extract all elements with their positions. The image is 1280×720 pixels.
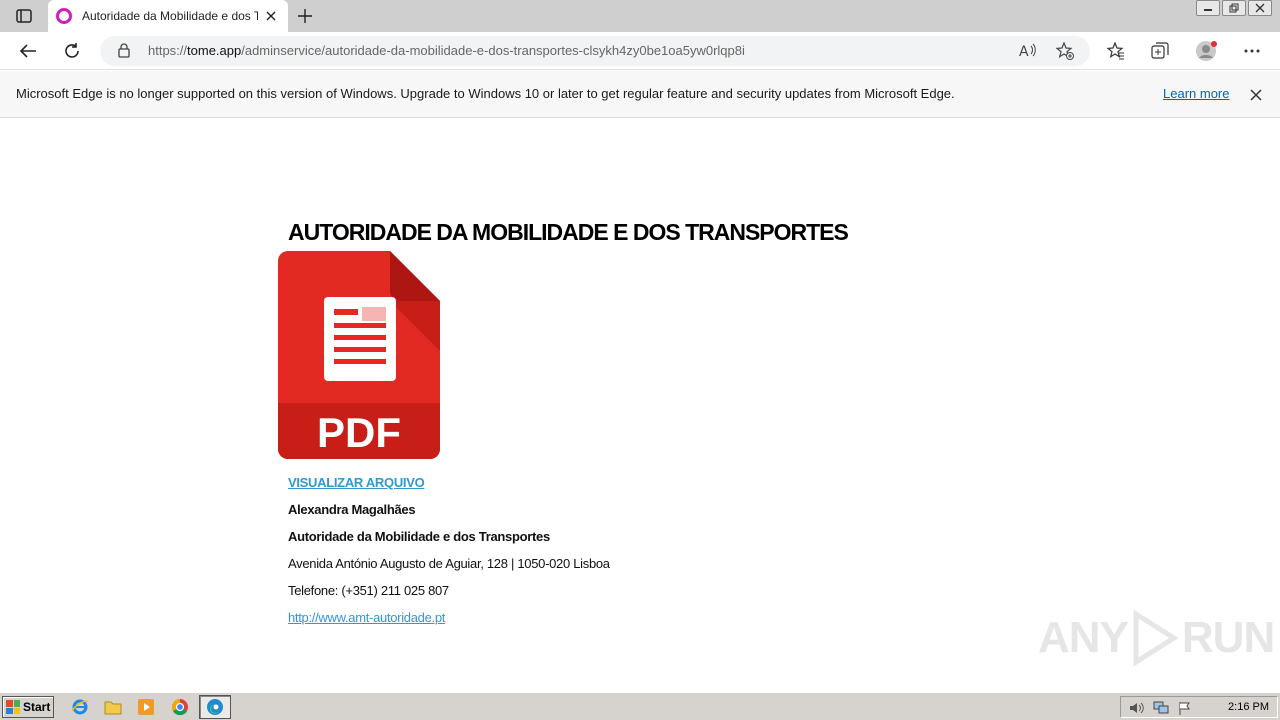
- window-close-button[interactable]: [1248, 0, 1272, 16]
- address-text: Avenida António Augusto de Aguiar, 128 |…: [288, 556, 610, 571]
- action-center-flag-icon[interactable]: [1175, 698, 1195, 718]
- phone-text: Telefone: (+351) 211 025 807: [288, 583, 449, 598]
- lock-icon[interactable]: [118, 43, 130, 62]
- restore-icon: [1229, 3, 1239, 13]
- page-content: AUTORIDADE DA MOBILIDADE E DOS TRANSPORT…: [0, 118, 1280, 692]
- active-tab[interactable]: Autoridade da Mobilidade e dos Tr: [48, 0, 288, 32]
- navigation-bar: https://tome.app/adminservice/autoridade…: [0, 32, 1280, 70]
- refresh-icon: [65, 43, 79, 58]
- tab-title: Autoridade da Mobilidade e dos Tr: [82, 9, 258, 23]
- contact-name: Alexandra Magalhães: [288, 502, 416, 517]
- website-link[interactable]: http://www.amt-autoridade.pt: [288, 610, 445, 625]
- edge-taskbar-button[interactable]: [199, 695, 231, 719]
- plus-icon: [298, 9, 312, 23]
- page-title: AUTORIDADE DA MOBILIDADE E DOS TRANSPORT…: [288, 219, 849, 245]
- media-player-icon[interactable]: [136, 697, 156, 717]
- edge-icon: [205, 697, 225, 717]
- organization-name: Autoridade da Mobilidade e dos Transport…: [288, 529, 550, 544]
- address-bar[interactable]: https://tome.app/adminservice/autoridade…: [100, 36, 1090, 66]
- new-tab-button[interactable]: [294, 5, 316, 27]
- collections-icon: [1151, 42, 1169, 59]
- pdf-file-icon[interactable]: PDF: [278, 251, 440, 459]
- read-aloud-icon[interactable]: A: [1018, 41, 1038, 61]
- explorer-folder-icon[interactable]: [103, 697, 123, 717]
- watermark-left-text: ANY: [1038, 613, 1129, 662]
- learn-more-link[interactable]: Learn more: [1163, 86, 1229, 101]
- tab-actions-button[interactable]: [8, 5, 40, 27]
- close-icon: [266, 11, 276, 21]
- more-icon: [1244, 49, 1260, 53]
- url-prefix: https://: [148, 43, 188, 58]
- unsupported-os-infobar: Microsoft Edge is no longer supported on…: [0, 71, 1280, 118]
- back-arrow-icon: [19, 44, 36, 58]
- view-file-link[interactable]: VISUALIZAR ARQUIVO: [288, 475, 425, 490]
- url-host: tome.app: [187, 43, 242, 58]
- pdf-label: PDF: [317, 409, 401, 456]
- tab-actions-icon: [16, 9, 32, 23]
- collections-button[interactable]: [1148, 39, 1172, 63]
- refresh-button[interactable]: [60, 39, 84, 63]
- restore-button[interactable]: [1222, 0, 1246, 16]
- window-controls: [1196, 0, 1272, 18]
- play-logo-icon: [1133, 610, 1178, 666]
- start-button[interactable]: Start: [2, 696, 54, 718]
- taskbar: Start 2:16 PM: [0, 692, 1280, 720]
- windows-logo-icon: [6, 700, 20, 714]
- close-icon: [1250, 89, 1262, 101]
- chrome-icon[interactable]: [170, 697, 190, 717]
- back-button[interactable]: [16, 39, 40, 63]
- volume-icon[interactable]: [1127, 698, 1147, 718]
- minimize-button[interactable]: [1196, 0, 1220, 16]
- svg-text:A: A: [1019, 44, 1029, 59]
- start-label: Start: [23, 700, 51, 714]
- avatar-icon: [1196, 41, 1217, 61]
- profile-button[interactable]: [1194, 39, 1218, 63]
- ie-icon[interactable]: [70, 697, 90, 717]
- favorites-icon: [1107, 42, 1124, 60]
- tab-close-button[interactable]: [262, 7, 280, 25]
- close-icon: [1255, 3, 1265, 13]
- watermark-right-text: RUN: [1181, 613, 1275, 662]
- system-tray: 2:16 PM: [1120, 696, 1278, 718]
- settings-menu-button[interactable]: [1240, 39, 1264, 63]
- network-icon[interactable]: [1151, 698, 1171, 718]
- tab-strip: Autoridade da Mobilidade e dos Tr: [0, 0, 1280, 32]
- infobar-close-button[interactable]: [1246, 85, 1266, 105]
- anyrun-watermark: ANY RUN: [1038, 610, 1275, 666]
- minimize-icon: [1204, 9, 1212, 11]
- favorites-button[interactable]: [1104, 39, 1128, 63]
- add-favorite-icon[interactable]: [1055, 41, 1075, 61]
- tome-favicon-icon: [56, 8, 72, 24]
- infobar-message: Microsoft Edge is no longer supported on…: [16, 86, 955, 101]
- clock[interactable]: 2:16 PM: [1228, 701, 1269, 713]
- url-text[interactable]: https://tome.app/adminservice/autoridade…: [148, 43, 745, 58]
- url-path: /adminservice/autoridade-da-mobilidade-e…: [241, 43, 745, 58]
